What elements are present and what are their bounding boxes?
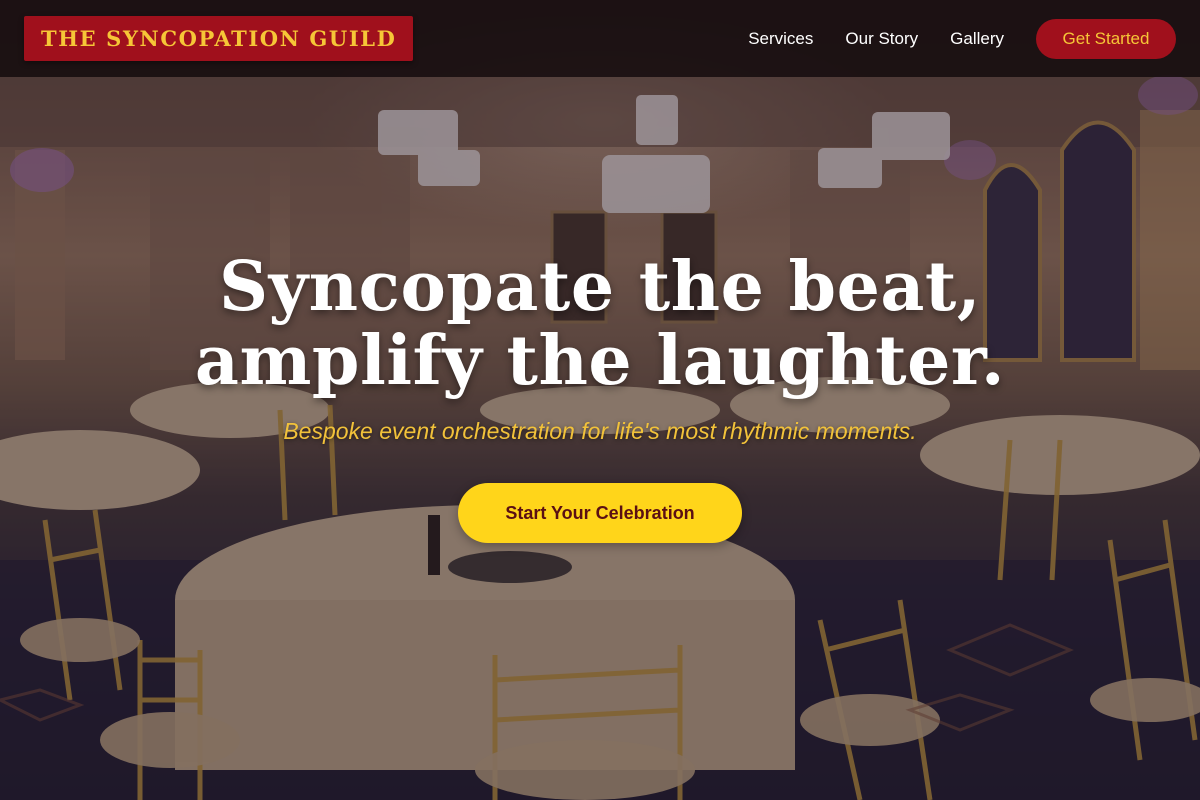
brand-name: THE SYNCOPATION GUILD: [41, 26, 397, 51]
start-your-celebration-button[interactable]: Start Your Celebration: [458, 483, 742, 543]
hero-title-line-1: Syncopate the beat,: [218, 247, 981, 327]
get-started-button[interactable]: Get Started: [1036, 18, 1176, 59]
hero-title: Syncopate the beat, amplify the laughter…: [0, 250, 1200, 398]
main-nav: Services Our Story Gallery Get Started: [748, 18, 1176, 59]
nav-link-gallery[interactable]: Gallery: [950, 29, 1004, 49]
hero-subtitle: Bespoke event orchestration for life's m…: [283, 418, 917, 444]
hero-title-line-2: amplify the laughter.: [194, 321, 1006, 401]
nav-link-services[interactable]: Services: [748, 29, 813, 49]
brand-logo[interactable]: THE SYNCOPATION GUILD: [24, 16, 414, 61]
hero-section: Syncopate the beat, amplify the laughter…: [0, 250, 1200, 543]
site-header: THE SYNCOPATION GUILD Services Our Story…: [0, 0, 1200, 77]
nav-link-our-story[interactable]: Our Story: [845, 29, 918, 49]
